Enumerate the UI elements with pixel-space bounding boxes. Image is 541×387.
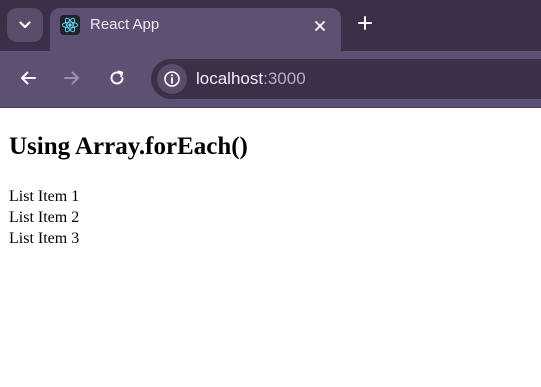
reload-button[interactable] [102, 65, 132, 95]
list-item: List Item 2 [9, 209, 80, 226]
tab-search-button[interactable] [7, 8, 43, 42]
tab-strip: React App [0, 0, 541, 51]
chevron-down-icon [19, 16, 31, 34]
reload-icon [108, 69, 126, 92]
item-list: List Item 1 List Item 2 List Item 3 [9, 186, 79, 249]
close-icon[interactable] [308, 15, 332, 37]
arrow-right-icon [63, 70, 81, 91]
url-text[interactable]: localhost:3000 [196, 69, 306, 89]
new-tab-button[interactable] [352, 12, 378, 38]
arrow-left-icon [19, 70, 37, 91]
url-port: :3000 [263, 69, 306, 88]
list-item: List Item 1 [9, 188, 80, 205]
page-content: Using Array.forEach() List Item 1 List I… [0, 109, 541, 387]
address-bar[interactable]: localhost:3000 [151, 59, 541, 99]
back-button[interactable] [13, 65, 43, 95]
react-logo-icon [60, 15, 80, 35]
page-heading: Using Array.forEach() [9, 133, 248, 160]
url-host: localhost [196, 69, 264, 88]
list-item: List Item 3 [9, 230, 80, 247]
tab-react-app[interactable]: React App [50, 8, 341, 51]
tab-title: React App [90, 16, 160, 33]
forward-button[interactable] [57, 65, 87, 95]
browser-toolbar: localhost:3000 [0, 51, 541, 108]
plus-icon [357, 15, 373, 36]
info-icon[interactable] [157, 64, 187, 94]
